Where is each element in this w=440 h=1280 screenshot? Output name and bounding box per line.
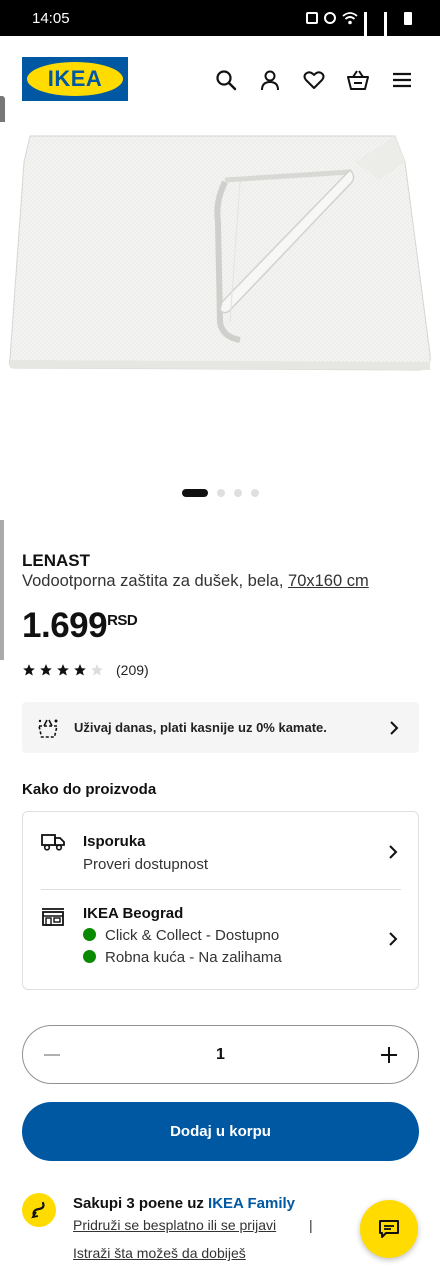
chevron-right-icon: [389, 932, 398, 946]
star-full-icon: [40, 664, 52, 676]
family-points-icon: [22, 1193, 56, 1227]
product-image[interactable]: [0, 122, 440, 477]
delivery-row[interactable]: Isporuka Proveri dostupnost: [23, 812, 420, 889]
price-currency: RSD: [107, 612, 138, 629]
family-join-link[interactable]: Pridruži se besplatno ili se prijavi: [73, 1217, 276, 1233]
chevron-right-icon: [389, 845, 398, 859]
delivery-subtitle: Proveri dostupnost: [83, 856, 209, 873]
payment-promo-banner[interactable]: Uživaj danas, plati kasnije uz 0% kamate…: [22, 702, 419, 753]
status-dot-icon: [83, 928, 96, 941]
carousel-dot-1[interactable]: [181, 489, 208, 497]
availability-card: Isporuka Proveri dostupnost IKEA Beograd…: [22, 811, 419, 990]
star-empty-icon: [91, 664, 103, 676]
rating-stars: [22, 663, 104, 677]
minus-icon[interactable]: [43, 1046, 61, 1064]
image-carousel-dots: [0, 489, 440, 497]
truck-icon: [41, 834, 65, 851]
add-to-cart-button[interactable]: Dodaj u korpu: [22, 1102, 419, 1161]
star-full-icon: [23, 664, 35, 676]
product-price: 1.699RSD: [22, 606, 138, 646]
signal-icon: [364, 12, 378, 45]
status-icons: [306, 11, 412, 45]
store-row[interactable]: IKEA Beograd Click & Collect - Dostupno …: [23, 890, 420, 990]
chat-button[interactable]: [360, 1200, 418, 1258]
store-status-stock: Robna kuća - Na zalihama: [83, 949, 282, 966]
family-explore-link[interactable]: Istraži šta možeš da dobiješ: [73, 1245, 246, 1261]
wifi-icon: [342, 11, 358, 24]
logo-text: IKEA: [47, 66, 103, 91]
basket-icon[interactable]: [344, 66, 372, 94]
plus-icon[interactable]: [380, 1046, 398, 1064]
availability-title: Kako do proizvoda: [22, 781, 157, 798]
store-icon: [42, 908, 64, 926]
product-rating[interactable]: (209): [22, 662, 149, 678]
heart-icon[interactable]: [300, 66, 328, 94]
battery-icon: [404, 11, 412, 25]
status-time: 14:05: [32, 9, 70, 27]
promo-text: Uživaj danas, plati kasnije uz 0% kamate…: [74, 720, 327, 735]
product-description-text: Vodootporna zaštita za dušek, bela,: [22, 572, 284, 590]
product-name: LENAST: [22, 551, 90, 570]
quantity-stepper: 1: [22, 1025, 419, 1084]
status-dot-icon: [83, 950, 96, 963]
menu-icon[interactable]: [388, 66, 416, 94]
ikea-logo[interactable]: IKEA: [22, 57, 128, 101]
account-icon[interactable]: [256, 66, 284, 94]
search-icon[interactable]: [212, 66, 240, 94]
carousel-dot-2[interactable]: [216, 489, 225, 497]
link-separator: |: [309, 1217, 313, 1233]
carousel-dot-3[interactable]: [233, 489, 242, 497]
store-title: IKEA Beograd: [83, 905, 184, 922]
family-brand: IKEA Family: [208, 1195, 295, 1212]
store-status-collect: Click & Collect - Dostupno: [83, 927, 279, 944]
delivery-title: Isporuka: [83, 833, 146, 850]
review-count: (209): [116, 662, 149, 678]
price-value: 1.699: [22, 606, 108, 645]
status-bar: 14:05: [0, 0, 440, 45]
mattress-protector-illustration: [9, 135, 431, 371]
chevron-right-icon: [390, 720, 399, 735]
chat-icon: [379, 1220, 399, 1238]
site-header: IKEA: [0, 36, 440, 122]
product-size-link[interactable]: 70x160 cm: [288, 572, 369, 590]
basket-installment-icon: [37, 719, 59, 738]
signal-icon-2: [384, 12, 398, 45]
edge-scroll-indicator: [0, 520, 4, 660]
alarm-icon: [306, 12, 318, 24]
quantity-value[interactable]: 1: [216, 1046, 225, 1064]
clock-icon: [324, 12, 336, 24]
star-full-icon: [74, 664, 86, 676]
star-full-icon: [57, 664, 69, 676]
family-title: Sakupi 3 poene uz IKEA Family: [73, 1195, 295, 1212]
product-description: Vodootporna zaštita za dušek, bela, 70x1…: [22, 572, 369, 591]
carousel-dot-4[interactable]: [250, 489, 259, 497]
